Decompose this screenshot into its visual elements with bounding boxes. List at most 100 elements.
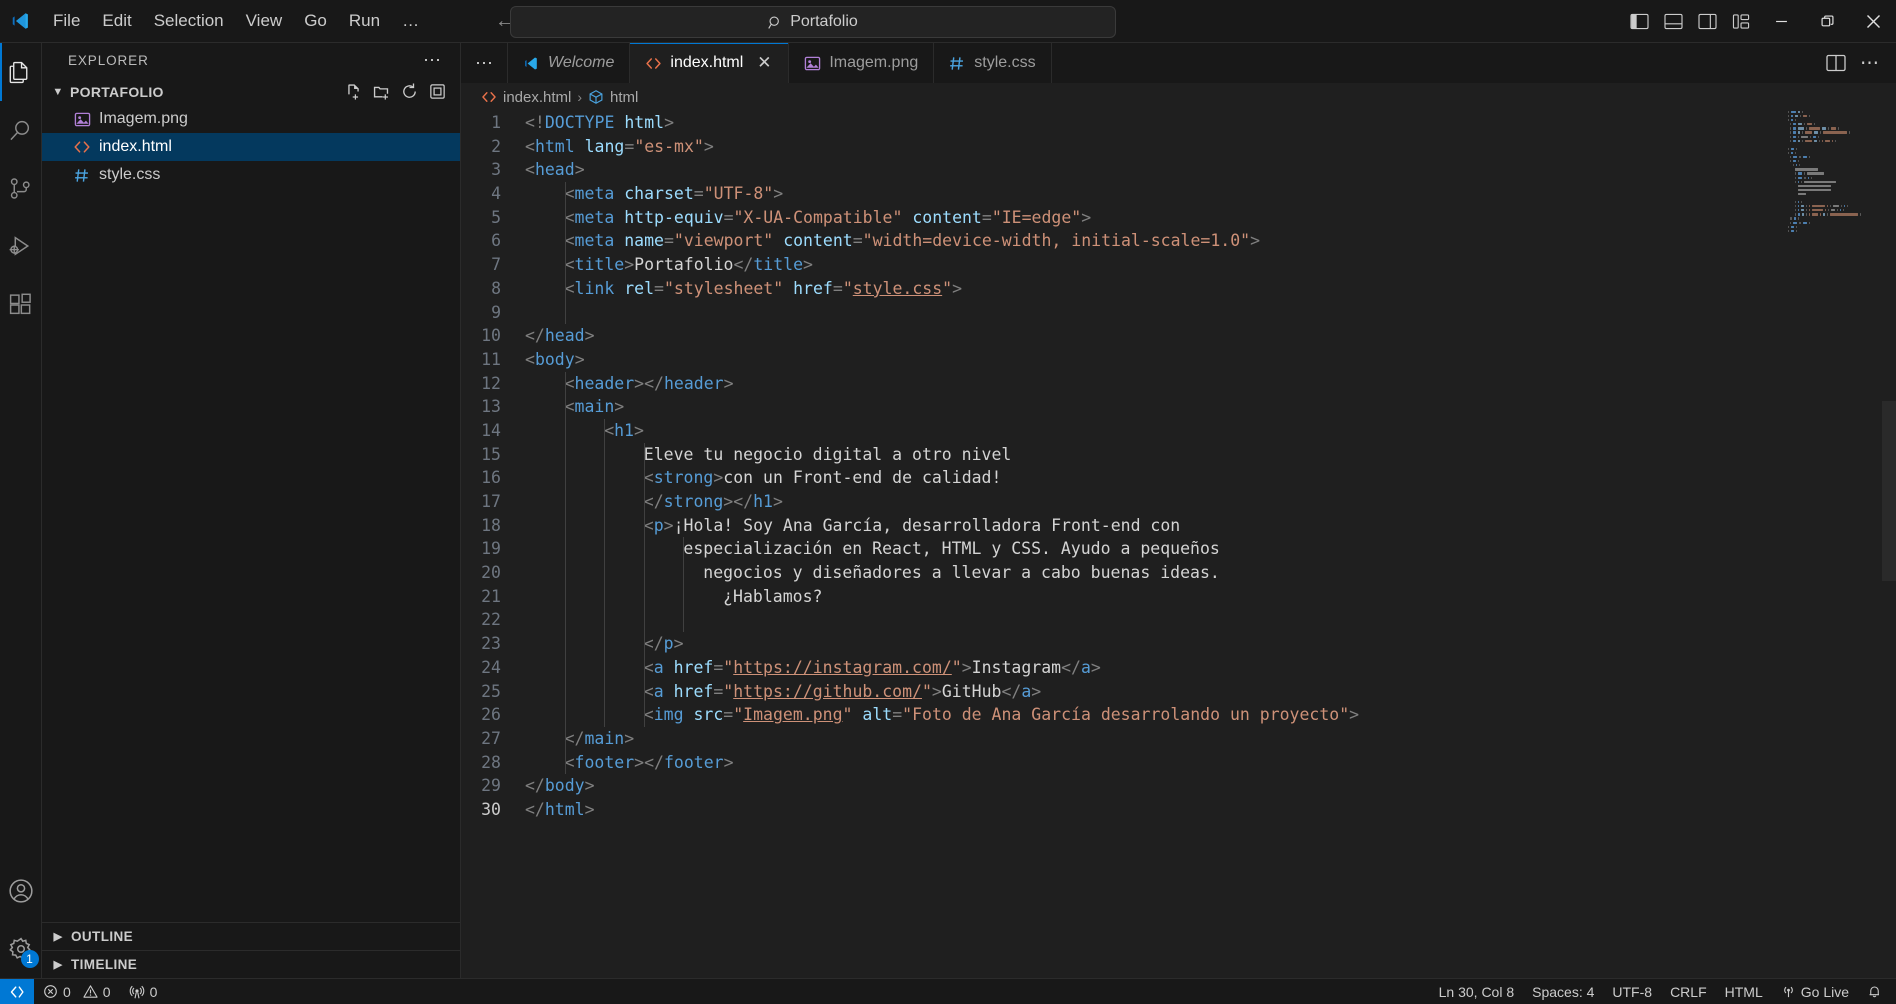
close-icon[interactable]: ✕ xyxy=(755,53,773,73)
close-button[interactable] xyxy=(1850,0,1896,43)
tab-style-css[interactable]: style.css xyxy=(934,43,1052,83)
minimap[interactable] xyxy=(1784,111,1896,978)
status-editor-language[interactable]: HTML xyxy=(1716,979,1772,1004)
activity-item-search[interactable] xyxy=(0,101,42,159)
code-line[interactable]: <html lang="es-mx"> xyxy=(525,135,1784,159)
menu-edit[interactable]: Edit xyxy=(91,7,142,35)
status-warnings-count: 0 xyxy=(102,983,111,1000)
code-line[interactable]: </body> xyxy=(525,774,1784,798)
activity-item-source-control[interactable] xyxy=(0,159,42,217)
outline-panel-header[interactable]: ▶ OUTLINE xyxy=(42,922,460,950)
code-line[interactable]: <a href="https://github.com/">GitHub</a> xyxy=(525,679,1784,704)
toggle-primary-sidebar-icon[interactable] xyxy=(1622,0,1656,43)
line-number: 22 xyxy=(481,610,501,630)
warning-icon xyxy=(83,984,98,999)
toggle-secondary-sidebar-icon[interactable] xyxy=(1690,0,1724,43)
code-line[interactable]: <p>¡Hola! Soy Ana García, desarrolladora… xyxy=(525,513,1784,538)
activity-item-manage[interactable]: 1 xyxy=(0,920,42,978)
code-line[interactable]: <meta name="viewport" content="width=dev… xyxy=(525,229,1784,254)
status-ports[interactable]: 0 xyxy=(120,979,167,1004)
tab-imagem-png[interactable]: Imagem.png xyxy=(789,43,935,83)
workbench-body: 1 EXPLORER ⋯ ▼ PORTAFOLIO Imagem.png ind… xyxy=(0,43,1896,978)
explorer-file-style-css[interactable]: style.css xyxy=(42,161,460,189)
code-line[interactable]: <link rel="stylesheet" href="style.css"> xyxy=(525,276,1784,301)
status-editor-encoding[interactable]: UTF-8 xyxy=(1603,979,1661,1004)
code-line[interactable]: especialización en React, HTML y CSS. Ay… xyxy=(525,537,1784,562)
status-notifications[interactable] xyxy=(1858,979,1896,1004)
tab-welcome[interactable]: Welcome xyxy=(508,43,631,83)
code-line[interactable]: </html> xyxy=(525,798,1784,822)
quick-search-input[interactable]: Portafolio xyxy=(510,6,1116,38)
indent-guide xyxy=(604,632,606,656)
code-line-text: <!DOCTYPE html> xyxy=(525,113,675,132)
code-line[interactable]: <strong>con un Front-end de calidad! xyxy=(525,466,1784,490)
code-line[interactable]: <head> xyxy=(525,158,1784,182)
toggle-panel-icon[interactable] xyxy=(1656,0,1690,43)
code-line[interactable] xyxy=(525,608,1784,633)
restore-button[interactable] xyxy=(1804,0,1850,43)
explorer-file-index-html[interactable]: index.html xyxy=(42,133,460,161)
timeline-panel-header[interactable]: ▶ TIMELINE xyxy=(42,950,460,978)
code-line[interactable]: Eleve tu negocio digital a otro nivel xyxy=(525,442,1784,467)
customize-layout-icon[interactable] xyxy=(1724,0,1758,43)
code-line[interactable]: <meta charset="UTF-8"> xyxy=(525,182,1784,206)
status-problems-errors[interactable]: 0 0 xyxy=(34,979,120,1004)
code-line[interactable]: </main> xyxy=(525,726,1784,751)
status-editor-eol[interactable]: CRLF xyxy=(1661,979,1716,1004)
activity-item-run-and-debug[interactable] xyxy=(0,217,42,275)
split-editor-right-icon[interactable] xyxy=(1826,54,1846,72)
code-line[interactable]: <h1> xyxy=(525,418,1784,443)
folder-section-portafolio[interactable]: ▼ PORTAFOLIO xyxy=(42,78,460,105)
breadcrumb-separator: › xyxy=(577,89,583,105)
sidebar-bottom-panels: ▶ OUTLINE ▶ TIMELINE xyxy=(42,922,460,978)
code-line[interactable]: <img src="Imagem.png" alt="Foto de Ana G… xyxy=(525,703,1784,727)
activity-item-accounts[interactable] xyxy=(0,862,42,920)
activity-item-explorer[interactable] xyxy=(0,43,42,101)
line-number: 20 xyxy=(481,563,501,583)
code-line[interactable]: negocios y diseñadores a llevar a cabo b… xyxy=(525,561,1784,585)
new-file-icon[interactable] xyxy=(344,82,363,101)
breadcrumb-item-symbol[interactable]: html xyxy=(588,89,638,106)
menu-view[interactable]: View xyxy=(235,7,294,35)
code-line[interactable] xyxy=(525,300,1784,325)
menu-go[interactable]: Go xyxy=(293,7,338,35)
code-line[interactable]: </p> xyxy=(525,632,1784,656)
code-line[interactable]: <a href="https://instagram.com/">Instagr… xyxy=(525,655,1784,680)
code-line[interactable]: <footer></footer> xyxy=(525,750,1784,775)
more-editor-actions-icon[interactable]: ⋯ xyxy=(1860,52,1880,75)
code-content[interactable]: <!DOCTYPE html> <html lang="es-mx"> <head>… xyxy=(523,111,1784,978)
minimize-button[interactable] xyxy=(1758,0,1804,43)
ellipsis-icon[interactable]: ⋯ xyxy=(417,50,448,71)
code-line[interactable]: <!DOCTYPE html> xyxy=(525,111,1784,135)
editor-vertical-scrollbar[interactable] xyxy=(1882,111,1896,978)
status-remote-window[interactable] xyxy=(0,978,34,1004)
explorer-file-imagem-png[interactable]: Imagem.png xyxy=(42,105,460,133)
code-line[interactable]: </head> xyxy=(525,324,1784,348)
status-editor-position[interactable]: Ln 30, Col 8 xyxy=(1430,979,1524,1004)
refresh-explorer-icon[interactable] xyxy=(400,82,419,101)
code-line[interactable]: <body> xyxy=(525,348,1784,372)
new-folder-icon[interactable] xyxy=(372,82,391,101)
menu-file[interactable]: File xyxy=(42,7,91,35)
code-line[interactable]: <title>Portafolio</title> xyxy=(525,253,1784,277)
indent-guide xyxy=(564,466,566,490)
collapse-folders-icon[interactable] xyxy=(428,82,447,101)
status-go-live[interactable]: Go Live xyxy=(1772,979,1858,1004)
code-line[interactable]: ¿Hablamos? xyxy=(525,584,1784,609)
breadcrumb-item-file[interactable]: index.html xyxy=(481,89,571,106)
code-editor[interactable]: 1 2 3 4 5 6 7 8 9 10 11 12 13 14 15 16 17 18 19 20 21 22 23 24 2… xyxy=(461,111,1896,978)
code-line[interactable]: <main> xyxy=(525,395,1784,419)
menu-selection[interactable]: Selection xyxy=(143,7,235,35)
status-editor-indentation[interactable]: Spaces: 4 xyxy=(1523,979,1603,1004)
code-line[interactable]: <meta http-equiv="X-UA-Compatible" conte… xyxy=(525,205,1784,230)
activity-item-extensions[interactable] xyxy=(0,275,42,333)
menu-more[interactable]: … xyxy=(391,7,430,35)
minimap-line xyxy=(1784,221,1896,225)
code-line[interactable]: </strong></h1> xyxy=(525,490,1784,514)
code-line[interactable]: <header></header> xyxy=(525,371,1784,396)
tabs-overflow-icon[interactable]: ⋯ xyxy=(461,43,508,83)
indent-guide xyxy=(564,703,566,727)
tab-index-html[interactable]: index.html ✕ xyxy=(630,43,790,83)
tab-label: index.html xyxy=(670,54,744,71)
menu-run[interactable]: Run xyxy=(338,7,391,35)
